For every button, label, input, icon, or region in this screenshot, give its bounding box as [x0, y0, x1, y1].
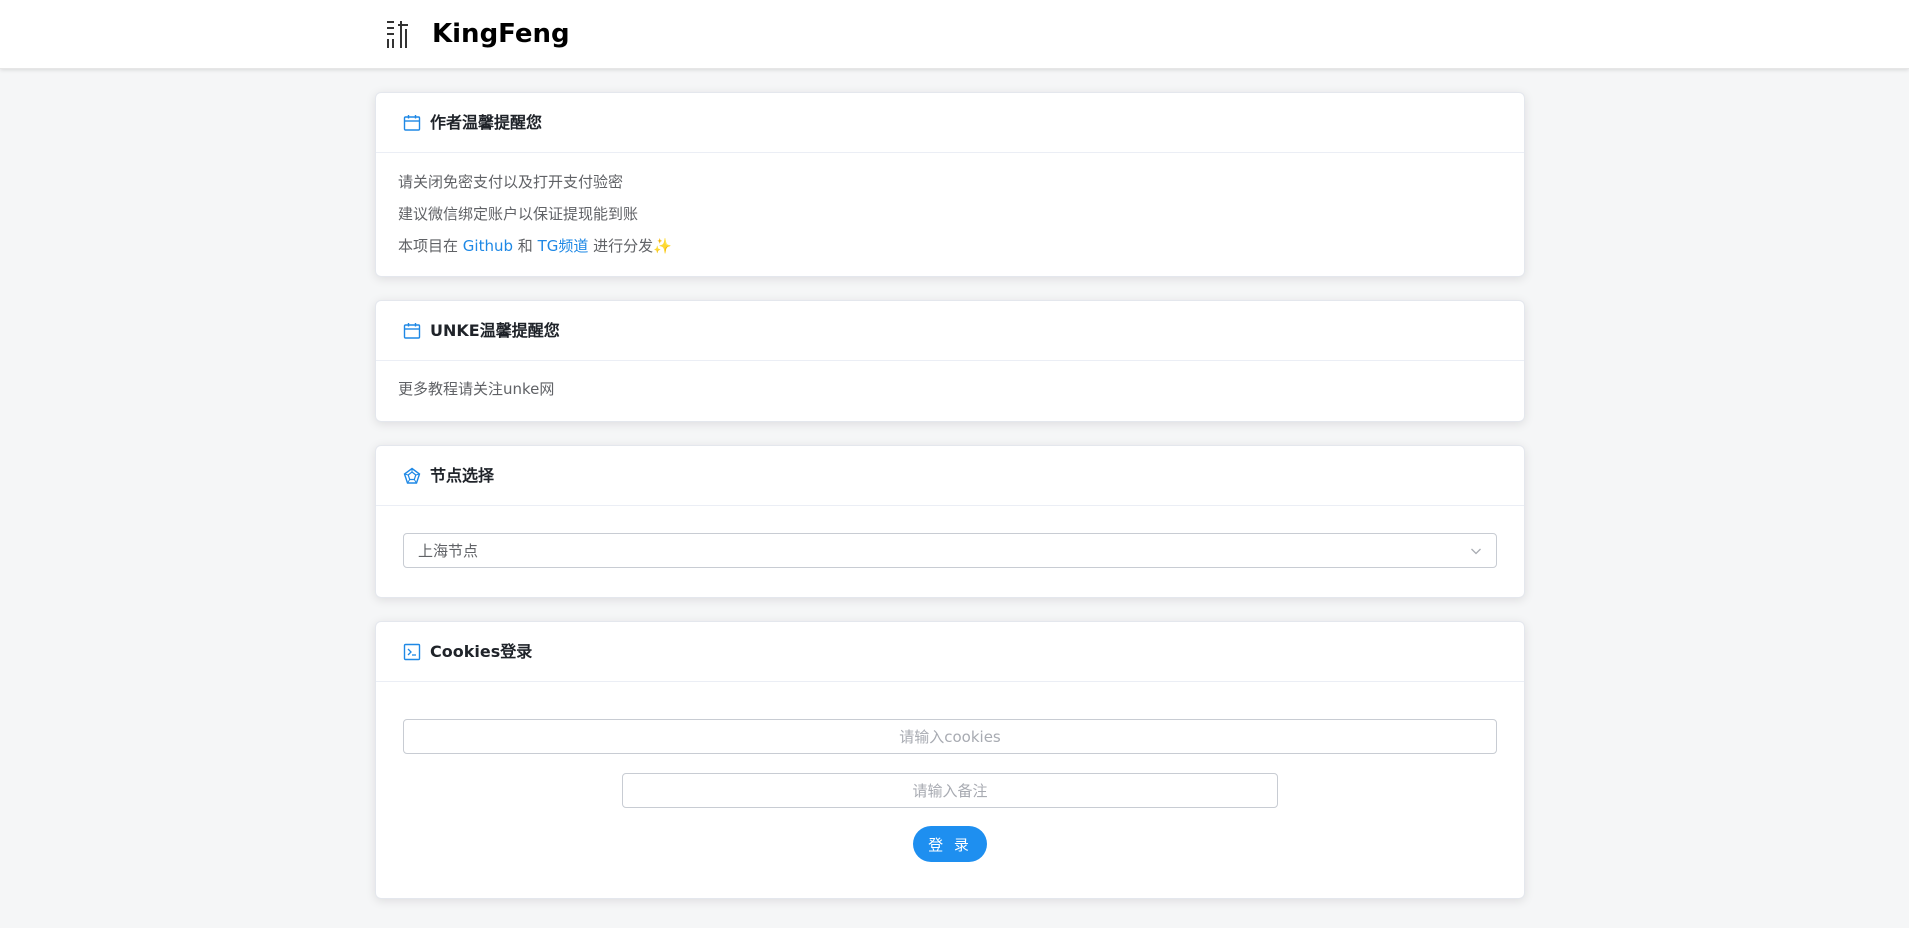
- calendar-icon: [403, 115, 421, 131]
- card-title: UNKE温馨提醒您: [430, 321, 560, 340]
- author-reminder-card: 作者温馨提醒您 请关闭免密支付以及打开支付验密 建议微信绑定账户以保证提现能到账…: [375, 92, 1525, 277]
- node-select-card: 节点选择 上海节点: [375, 445, 1525, 598]
- reminder-line: 更多教程请关注unke网: [398, 380, 555, 398]
- card-header: Cookies登录: [376, 622, 1524, 682]
- card-header: 作者温馨提醒您: [376, 93, 1524, 153]
- card-title: 节点选择: [430, 466, 495, 485]
- unke-reminder-card: UNKE温馨提醒您 更多教程请关注unke网: [375, 300, 1525, 422]
- kingfeng-logo-icon: [387, 21, 408, 48]
- calendar-icon: [403, 323, 421, 339]
- login-button[interactable]: 登 录: [913, 826, 987, 862]
- reminder-line: 建议微信绑定账户以保证提现能到账: [398, 205, 639, 223]
- cookies-input[interactable]: [403, 719, 1497, 754]
- line-prefix: 本项目在: [398, 237, 459, 255]
- card-header: UNKE温馨提醒您: [376, 301, 1524, 361]
- terminal-icon: [403, 643, 421, 661]
- sparkles-emoji: ✨: [653, 237, 672, 255]
- pentagon-gem-icon: [403, 467, 421, 484]
- line-and: 和: [517, 237, 533, 255]
- github-link[interactable]: Github: [463, 237, 513, 255]
- top-header: KingFeng: [0, 0, 1909, 69]
- tg-channel-link[interactable]: TG频道: [538, 237, 589, 255]
- brand-name: KingFeng: [432, 19, 570, 49]
- card-title: Cookies登录: [430, 642, 533, 661]
- cookies-login-card: Cookies登录 登 录: [375, 621, 1525, 899]
- remark-input[interactable]: [622, 773, 1278, 808]
- chevron-down-icon[interactable]: [1470, 545, 1482, 557]
- selected-node: 上海节点: [418, 542, 479, 560]
- reminder-line: 请关闭免密支付以及打开支付验密: [398, 173, 624, 191]
- line-suffix: 进行分发: [593, 237, 654, 255]
- card-title: 作者温馨提醒您: [430, 113, 543, 132]
- card-header: 节点选择: [376, 446, 1524, 506]
- node-select[interactable]: 上海节点: [403, 533, 1497, 568]
- distribution-line: 本项目在 Github 和 TG频道 进行分发✨: [398, 235, 672, 257]
